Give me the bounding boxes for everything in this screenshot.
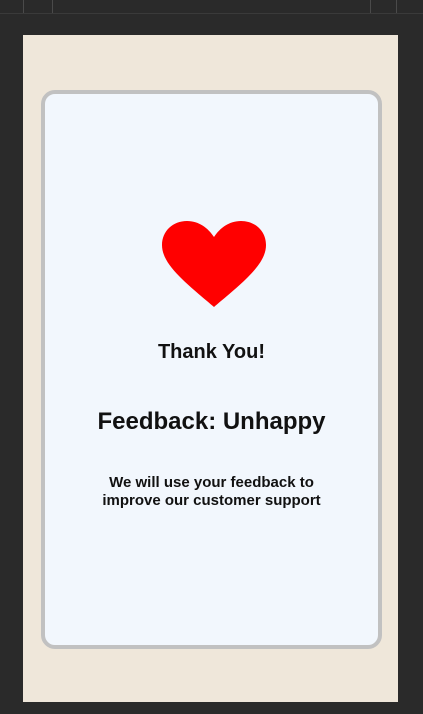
editor-top-strip bbox=[0, 0, 423, 14]
ruler-tick bbox=[23, 0, 24, 13]
ruler-tick bbox=[370, 0, 371, 13]
heart-icon bbox=[162, 221, 266, 307]
thank-you-card: Thank You! Feedback: Unhappy We will use… bbox=[41, 90, 382, 649]
heart-shape bbox=[162, 221, 266, 307]
ruler-tick bbox=[396, 0, 397, 13]
ruler-tick bbox=[52, 0, 53, 13]
thank-you-heading: Thank You! bbox=[157, 341, 266, 363]
feedback-result-title: Feedback: Unhappy bbox=[97, 408, 326, 435]
device-viewport: Thank You! Feedback: Unhappy We will use… bbox=[23, 35, 398, 702]
feedback-message: We will use your feedback to improve our… bbox=[102, 474, 321, 509]
